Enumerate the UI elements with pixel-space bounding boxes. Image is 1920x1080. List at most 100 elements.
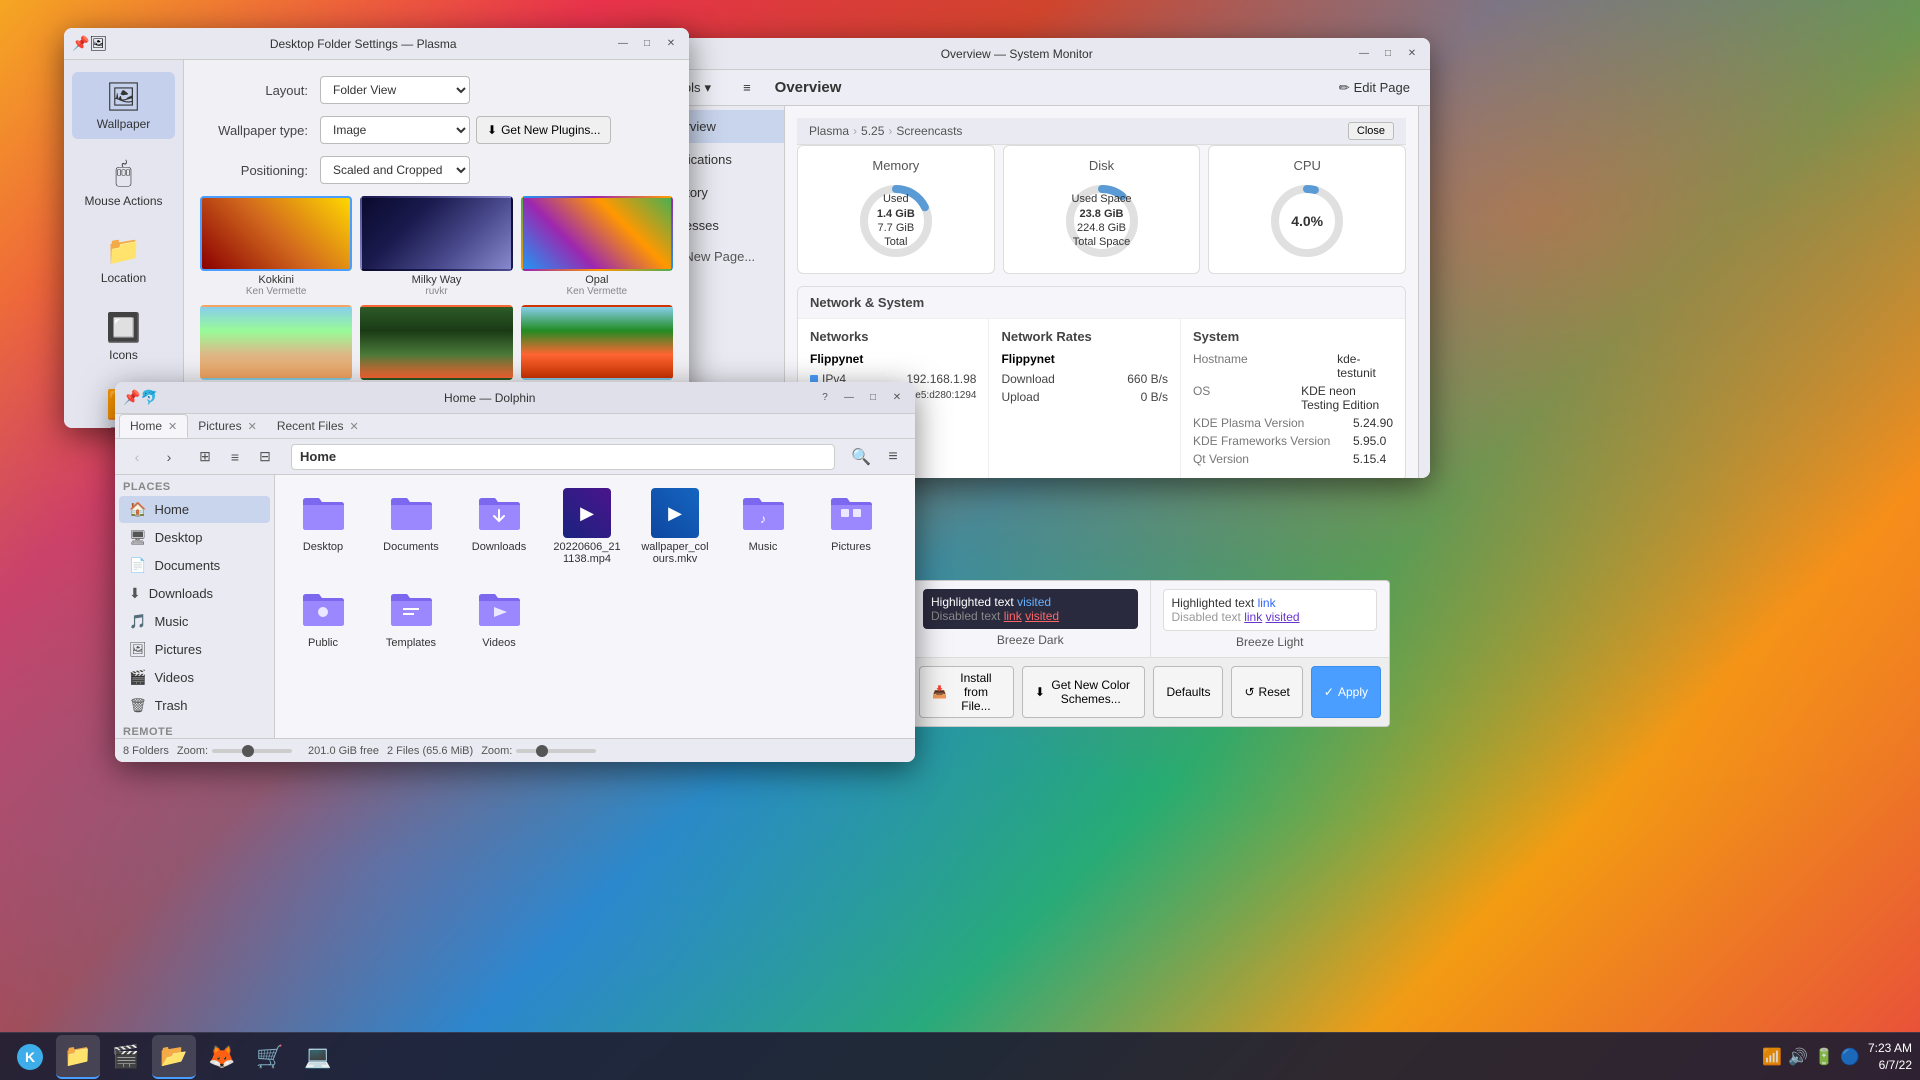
zoom-thumb-2[interactable] — [536, 745, 548, 757]
folder-public[interactable]: Public — [283, 579, 363, 655]
dfs-wallpapertype-row: Wallpaper type: Image ⬇ Get New Plugins.… — [200, 116, 673, 144]
taskbar-app-firefox[interactable]: 🦊 — [200, 1035, 244, 1079]
statusbar-files-info: 2 Files (65.6 MiB) — [387, 745, 473, 757]
dfs-sidebar-mouse[interactable]: 🖱 Mouse Actions — [72, 149, 175, 216]
taskbar-app-terminal[interactable]: 💻 — [296, 1035, 340, 1079]
folder-documents-name: Documents — [383, 541, 439, 553]
folder-pictures[interactable]: Pictures — [811, 483, 891, 571]
folder-documents-icon — [387, 489, 435, 537]
dolphin-icon-view-button[interactable]: ⊞ — [191, 443, 219, 471]
dfs-get-plugins-button[interactable]: ⬇ Get New Plugins... — [476, 116, 611, 144]
breadcrumb-home: Home — [300, 449, 336, 464]
taskbar-app-2[interactable]: 🎬 — [104, 1035, 148, 1079]
sysmon-hamburger-button[interactable]: ≡ — [735, 76, 759, 99]
dolphin-minimize-button[interactable]: — — [839, 388, 859, 408]
sysmon-edit-page-button[interactable]: ✏ Edit Page — [1331, 76, 1418, 100]
sysmon-scrollbar[interactable] — [1418, 106, 1430, 478]
zoom-slider-2[interactable] — [516, 749, 596, 753]
dfs-sidebar-icons[interactable]: 🔲 Icons — [72, 303, 175, 370]
dfs-sidebar-location[interactable]: 📁 Location — [72, 226, 175, 293]
taskbar-kde-button[interactable]: K — [8, 1035, 52, 1079]
folder-desktop-name: Desktop — [303, 541, 343, 553]
dfs-positioning-select[interactable]: Scaled and Cropped — [320, 156, 470, 184]
zoom-thumb-1[interactable] — [242, 745, 254, 757]
dolphin-sidebar-home[interactable]: 🏠 Home — [119, 496, 270, 523]
edit-icon: ✏ — [1339, 80, 1350, 96]
dolphin-tab-recentfiles[interactable]: Recent Files ✕ — [267, 414, 369, 438]
taskbar-app-discover[interactable]: 🛒 — [248, 1035, 292, 1079]
dfs-pin-icon[interactable]: 📌 — [72, 35, 89, 52]
dfs-layout-label: Layout: — [200, 83, 320, 98]
taskbar-app-3[interactable]: 📂 — [152, 1035, 196, 1079]
wallpaper-milkyway[interactable]: Milky Way ruvkr — [360, 196, 512, 297]
sysmon-close-path-button[interactable]: Close — [1348, 122, 1394, 140]
folder-music[interactable]: ♪ Music — [723, 483, 803, 571]
dolphin-close-button[interactable]: ✕ — [887, 388, 907, 408]
wallpaper-opal[interactable]: Opal Ken Vermette — [521, 196, 673, 297]
folder-downloads-name: Downloads — [472, 541, 526, 553]
zoom-slider-1[interactable] — [212, 749, 292, 753]
video-mkv[interactable]: ▶ wallpaper_colours.mkv — [635, 483, 715, 571]
apply-button[interactable]: ✓ Apply — [1311, 666, 1381, 718]
get-color-schemes-button[interactable]: ⬇ Get New Color Schemes... — [1022, 666, 1146, 718]
dolphin-sidebar-documents[interactable]: 📄 Documents — [119, 552, 270, 579]
folder-documents[interactable]: Documents — [371, 483, 451, 571]
memory-used-label: Used — [883, 192, 909, 206]
statusbar-zoom2: Zoom: — [481, 745, 596, 757]
memory-total-value: 7.7 GiB — [877, 221, 914, 235]
upload-value: 0 B/s — [1141, 390, 1168, 404]
tab-pictures-close[interactable]: ✕ — [248, 420, 257, 433]
dfs-title: Desktop Folder Settings — Plasma — [113, 37, 613, 51]
dfs-positioning-row: Positioning: Scaled and Cropped — [200, 156, 673, 184]
dolphin-sidebar-music[interactable]: 🎵 Music — [119, 608, 270, 635]
tab-home-close[interactable]: ✕ — [168, 420, 177, 433]
dolphin-forward-button[interactable]: › — [155, 443, 183, 471]
color-scheme-buttons: 📥 Install from File... ⬇ Get New Color S… — [911, 657, 1389, 726]
taskbar-app-1[interactable]: 📁 — [56, 1035, 100, 1079]
network-rates-title: Network Rates — [1001, 329, 1167, 344]
sysmon-maximize-button[interactable]: □ — [1378, 44, 1398, 64]
dfs-maximize-button[interactable]: □ — [637, 34, 657, 54]
dolphin-sidebar-videos[interactable]: 🎬 Videos — [119, 664, 270, 691]
dolphin-sidebar-desktop[interactable]: 🖥 Desktop — [119, 524, 270, 551]
dolphin-sidebar-downloads[interactable]: ⬇ Downloads — [119, 580, 270, 607]
sysmon-minimize-button[interactable]: — — [1354, 44, 1374, 64]
dolphin-pin-icon[interactable]: 📌 — [123, 389, 140, 406]
reset-button[interactable]: ↺ Reset — [1231, 666, 1302, 718]
dolphin-sidebar-trash[interactable]: 🗑 Trash — [119, 692, 270, 719]
dolphin-location-bar[interactable]: Home — [291, 444, 835, 470]
install-from-file-button[interactable]: 📥 Install from File... — [919, 666, 1014, 718]
dolphin-back-button[interactable]: ‹ — [123, 443, 151, 471]
dolphin-menu-button[interactable]: ≡ — [879, 443, 907, 471]
defaults-button[interactable]: Defaults — [1153, 666, 1223, 718]
cpu-donut: 4.0% — [1267, 181, 1347, 261]
folder-videos[interactable]: Videos — [459, 579, 539, 655]
cpu-value: 4.0% — [1291, 212, 1323, 230]
system-info-title: System — [1193, 329, 1393, 344]
taskbar-clock[interactable]: 7:23 AM 6/7/22 — [1868, 1040, 1912, 1074]
dolphin-tab-pictures[interactable]: Pictures ✕ — [188, 414, 267, 438]
dolphin-sidebar-pictures[interactable]: 🖼 Pictures — [119, 636, 270, 663]
folder-templates[interactable]: Templates — [371, 579, 451, 655]
video-mp4[interactable]: ▶ 20220606_211138.mp4 — [547, 483, 627, 571]
dolphin-tab-home[interactable]: Home ✕ — [119, 414, 188, 438]
dolphin-search-button[interactable]: 🔍 — [847, 443, 875, 471]
dfs-sidebar-wallpaper[interactable]: 🖼 Wallpaper — [72, 72, 175, 139]
dfs-layout-select[interactable]: Folder View — [320, 76, 470, 104]
dfs-positioning-label: Positioning: — [200, 163, 320, 178]
disk-used-value: 23.8 GiB — [1079, 207, 1123, 221]
dfs-wallpapertype-select[interactable]: Image — [320, 116, 470, 144]
network-status-icon: 📶 — [1762, 1047, 1782, 1067]
network-system-title: Network & System — [798, 287, 1405, 319]
wallpaper-kokkini[interactable]: Kokkini Ken Vermette — [200, 196, 352, 297]
folder-downloads[interactable]: Downloads — [459, 483, 539, 571]
dolphin-detail-view-button[interactable]: ⊟ — [251, 443, 279, 471]
tab-recentfiles-close[interactable]: ✕ — [350, 420, 359, 433]
dolphin-maximize-button[interactable]: □ — [863, 388, 883, 408]
folder-desktop[interactable]: Desktop — [283, 483, 363, 571]
dfs-minimize-button[interactable]: — — [613, 34, 633, 54]
dolphin-help-button[interactable]: ? — [815, 388, 835, 408]
dfs-close-button[interactable]: ✕ — [661, 34, 681, 54]
sysmon-close-button[interactable]: ✕ — [1402, 44, 1422, 64]
dolphin-list-view-button[interactable]: ≡ — [221, 443, 249, 471]
